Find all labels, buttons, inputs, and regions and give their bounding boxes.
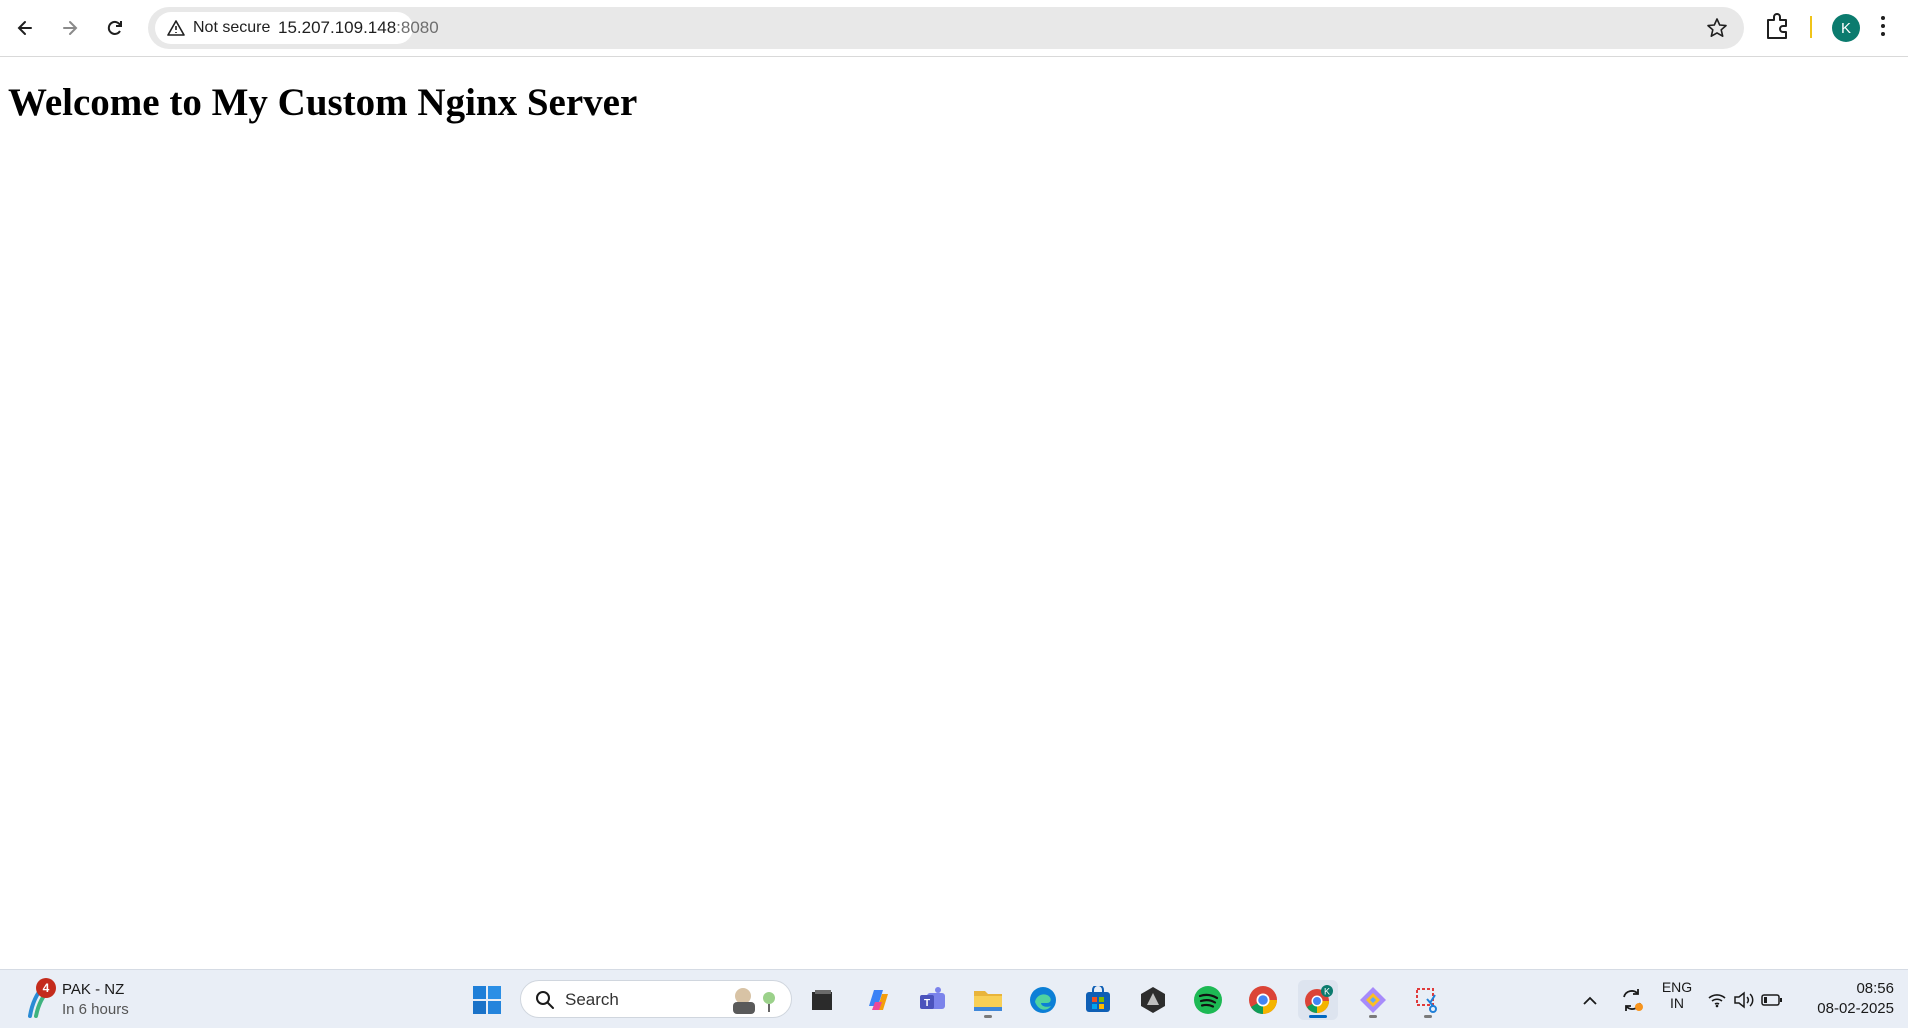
back-button[interactable] [7, 10, 43, 46]
battery-icon [1761, 994, 1782, 1006]
warning-icon [167, 20, 185, 36]
quick-settings-button[interactable] [1705, 980, 1785, 1020]
show-hidden-icons-button[interactable] [1570, 980, 1610, 1020]
language-indicator[interactable]: ENG IN [1656, 979, 1698, 1011]
more-vertical-icon [1881, 16, 1885, 36]
address-bar[interactable]: Not secure 15.207.109.148:8080 [148, 7, 1744, 49]
reload-icon [107, 20, 122, 35]
widget-subtitle: In 6 hours [62, 1001, 129, 1018]
taskbar-snipping-tool[interactable] [1408, 980, 1448, 1020]
taskbar-file-manager[interactable] [802, 980, 842, 1020]
chrome-profile-icon: K [1305, 985, 1333, 1013]
taskbar-chrome[interactable] [1243, 980, 1283, 1020]
bookmark-button[interactable] [1706, 17, 1728, 44]
region-code: IN [1670, 995, 1684, 1011]
folder-icon [974, 991, 1002, 1011]
wifi-icon [1708, 994, 1726, 1008]
windows-start-icon [473, 986, 501, 1014]
search-icon [536, 991, 554, 1009]
reload-button[interactable] [97, 10, 133, 46]
arrow-right-icon [63, 21, 78, 35]
search-placeholder: Search [565, 990, 619, 1009]
taskbar-copilot[interactable] [858, 980, 898, 1020]
volume-icon [1734, 991, 1754, 1009]
url-port: :8080 [396, 18, 439, 37]
extensions-button[interactable] [1764, 12, 1790, 45]
widget-title: PAK - NZ [62, 981, 125, 998]
security-label: Not secure [193, 19, 271, 36]
url-text[interactable]: 15.207.109.148:8080 [278, 18, 439, 38]
search-highlight-icon [733, 988, 775, 1014]
puzzle-icon [1767, 13, 1787, 39]
start-button[interactable] [467, 980, 507, 1020]
taskbar: 4 PAK - NZ In 6 hours Search T K ENG IN … [0, 969, 1908, 1028]
chevron-up-icon [1583, 996, 1597, 1005]
app-icon [1141, 987, 1165, 1013]
running-indicator [1369, 1015, 1377, 1018]
language-code: ENG [1661, 979, 1693, 995]
file-manager-icon [812, 990, 832, 1010]
taskbar-chrome-profile[interactable]: K [1298, 980, 1338, 1020]
running-indicator [1424, 1015, 1432, 1018]
page-title: Welcome to My Custom Nginx Server [8, 81, 638, 124]
running-indicator [1309, 1015, 1327, 1018]
url-host: 15.207.109.148 [278, 18, 397, 37]
notification-badge: 4 [36, 978, 56, 998]
taskbar-teams[interactable]: T [913, 980, 953, 1020]
clock-time: 08:56 [1856, 980, 1894, 997]
clock[interactable]: 08:56 08-02-2025 [1800, 979, 1894, 1019]
arrow-left-icon [17, 21, 32, 35]
browser-toolbar: Not secure 15.207.109.148:8080 K [0, 0, 1908, 57]
teams-icon: T [920, 987, 945, 1009]
spotify-icon [1194, 986, 1222, 1014]
svg-text:T: T [924, 998, 930, 1009]
sync-icon [1623, 989, 1643, 1011]
clock-date: 08-02-2025 [1817, 1000, 1894, 1017]
star-icon [1707, 18, 1727, 37]
widgets-button[interactable]: 4 PAK - NZ In 6 hours [20, 978, 220, 1022]
app-icon [1360, 987, 1386, 1013]
running-indicator [984, 1015, 992, 1018]
store-icon [1086, 986, 1110, 1012]
edge-icon [1030, 987, 1056, 1013]
forward-button[interactable] [52, 10, 88, 46]
toolbar-divider [1810, 16, 1812, 38]
taskbar-app[interactable] [1133, 980, 1173, 1020]
taskbar-store[interactable] [1078, 980, 1118, 1020]
taskbar-app-2[interactable] [1353, 980, 1393, 1020]
profile-avatar[interactable]: K [1832, 14, 1860, 42]
taskbar-spotify[interactable] [1188, 980, 1228, 1020]
browser-menu-button[interactable] [1880, 14, 1886, 43]
chrome-icon [1249, 986, 1277, 1014]
chrome-profile-badge: K [1324, 987, 1330, 997]
copilot-icon [869, 990, 888, 1010]
tray-sync-button[interactable] [1612, 980, 1652, 1020]
taskbar-search[interactable]: Search [520, 980, 792, 1018]
taskbar-edge[interactable] [1023, 980, 1063, 1020]
snipping-tool-icon [1416, 988, 1437, 1013]
taskbar-file-explorer[interactable] [968, 980, 1008, 1020]
